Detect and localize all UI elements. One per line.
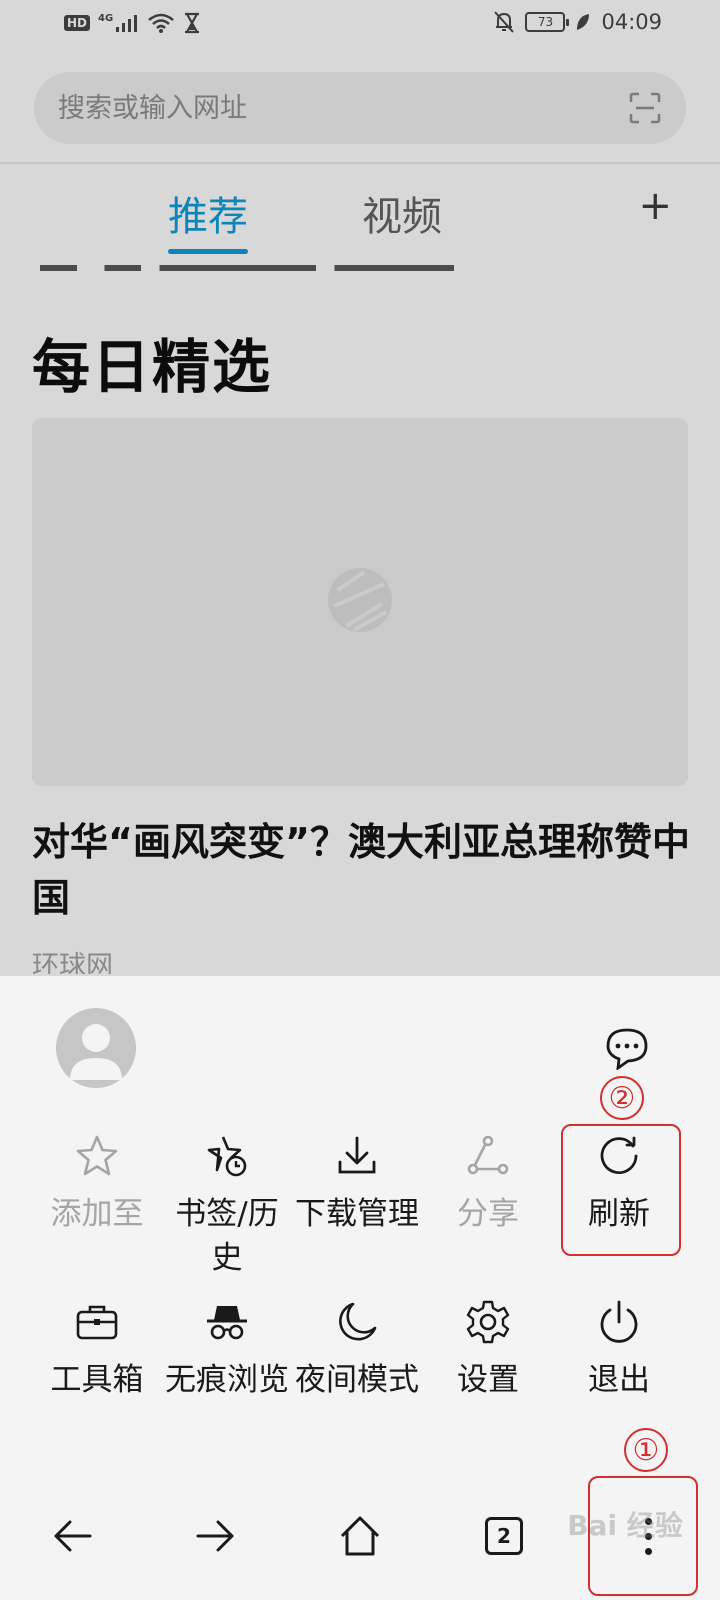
- moon-icon: [339, 1302, 377, 1341]
- divider: [0, 162, 720, 164]
- menu-exit[interactable]: 退出: [554, 1298, 684, 1402]
- leaf-icon: [577, 14, 590, 30]
- menu-add-to-label: 添加至: [50, 1196, 144, 1232]
- bookmark-history-icon: [207, 1136, 247, 1177]
- tabs-button[interactable]: 2: [480, 1512, 528, 1560]
- menu-refresh-label: 刷新: [588, 1196, 650, 1232]
- menu-share-label: 分享: [457, 1196, 519, 1232]
- bell-muted-icon: [494, 11, 515, 33]
- hd-badge: HD: [64, 15, 91, 31]
- article-headline[interactable]: 对华“画风突变”？澳大利亚总理称赞中国: [32, 814, 692, 926]
- download-icon: [338, 1136, 376, 1174]
- menu-toolbox-label: 工具箱: [50, 1362, 144, 1398]
- menu-download-manager[interactable]: 下载管理: [292, 1132, 422, 1236]
- search-input[interactable]: [58, 92, 628, 124]
- tab-video[interactable]: 视频: [362, 184, 442, 242]
- tab-video-label: 视频: [362, 194, 442, 240]
- add-channel-button[interactable]: +: [638, 186, 672, 226]
- image-placeholder-icon: [328, 568, 392, 632]
- share-icon: [467, 1135, 509, 1175]
- menu-night-mode[interactable]: 夜间模式: [292, 1298, 422, 1402]
- menu-settings-label: 设置: [457, 1362, 519, 1398]
- menu-incognito[interactable]: 无痕浏览: [162, 1298, 292, 1402]
- power-icon: [600, 1300, 638, 1343]
- section-title: 每日精选: [32, 333, 273, 401]
- watermark: Bai 经验: [567, 1509, 683, 1542]
- user-icon: [70, 1024, 122, 1080]
- menu-exit-label: 退出: [588, 1362, 650, 1398]
- avatar[interactable]: [56, 1008, 136, 1088]
- channel-tabs: 推荐 视频 +: [0, 178, 720, 258]
- back-icon[interactable]: [48, 1512, 96, 1560]
- step-2-annotation: ②: [600, 1076, 644, 1120]
- tab-count: 2: [485, 1517, 523, 1555]
- refresh-icon: [600, 1136, 638, 1175]
- menu-night-mode-label: 夜间模式: [295, 1362, 419, 1398]
- scan-icon[interactable]: [628, 91, 662, 125]
- clock: 04:09: [601, 10, 662, 34]
- wifi-icon: [148, 13, 174, 33]
- status-left: HD 4G: [64, 12, 201, 34]
- article-source: 环球网: [32, 951, 113, 974]
- menu-add-to[interactable]: 添加至: [32, 1132, 162, 1236]
- star-icon: [76, 1135, 118, 1176]
- status-bar: HD 4G 73 04:09: [0, 0, 720, 52]
- forward-icon[interactable]: [192, 1512, 240, 1560]
- network-label: 4G: [98, 12, 114, 24]
- clipped-text-strip: [40, 262, 520, 274]
- tab-recommend-label: 推荐: [168, 194, 248, 240]
- menu-bookmarks-history-label: 书签/历史: [175, 1196, 279, 1276]
- hourglass-icon: [185, 12, 200, 34]
- status-right: 73 04:09: [493, 10, 662, 34]
- home-icon[interactable]: [336, 1512, 384, 1560]
- toolbox-icon: [76, 1305, 118, 1340]
- menu-toolbox[interactable]: 工具箱: [32, 1298, 162, 1402]
- article-image-placeholder[interactable]: [32, 418, 688, 786]
- menu-settings[interactable]: 设置: [423, 1298, 553, 1402]
- menu-download-manager-label: 下载管理: [295, 1196, 419, 1232]
- incognito-icon: [207, 1306, 247, 1340]
- tab-recommend[interactable]: 推荐: [168, 184, 248, 254]
- menu-bookmarks-history[interactable]: 书签/历史: [162, 1132, 292, 1280]
- signal-icon: [116, 15, 138, 32]
- search-bar[interactable]: [34, 72, 686, 144]
- menu-refresh[interactable]: 刷新: [554, 1132, 684, 1236]
- message-icon[interactable]: [604, 1026, 650, 1070]
- gear-icon: [466, 1300, 510, 1344]
- battery-indicator: 73: [525, 12, 570, 32]
- menu-share[interactable]: 分享: [423, 1132, 553, 1236]
- menu-incognito-label: 无痕浏览: [165, 1362, 289, 1398]
- active-tab-indicator: [168, 249, 248, 254]
- step-1-annotation: ①: [624, 1428, 668, 1472]
